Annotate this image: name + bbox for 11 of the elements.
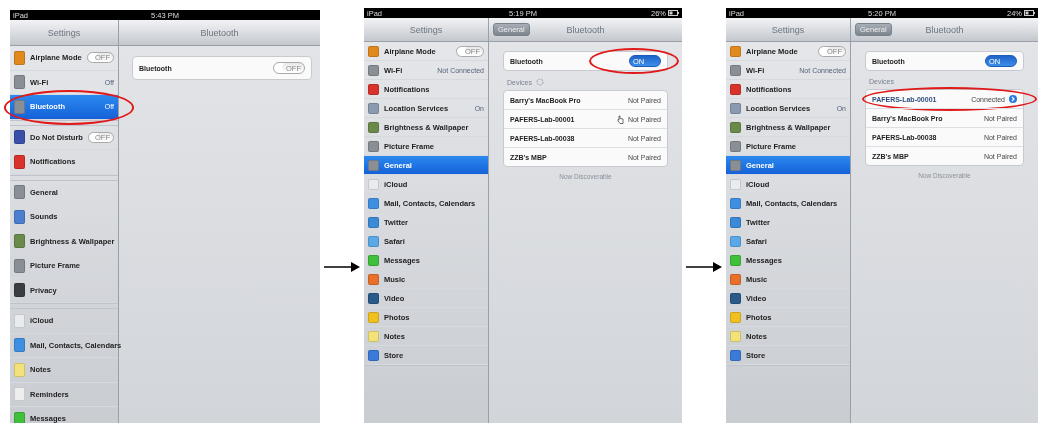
arrow <box>324 261 360 272</box>
battery-icon <box>668 10 679 16</box>
battery-icon <box>1024 10 1035 16</box>
sidebar-title: Settings <box>409 24 443 35</box>
detail-title: Bluetooth <box>200 27 239 38</box>
sidebar-title: Settings <box>47 27 81 38</box>
arrow <box>686 261 722 272</box>
detail-title: Bluetooth <box>925 24 964 35</box>
chevron-icon[interactable] <box>1009 95 1017 103</box>
sidebar-title: Settings <box>771 24 805 35</box>
detail-title: Bluetooth <box>566 24 605 35</box>
